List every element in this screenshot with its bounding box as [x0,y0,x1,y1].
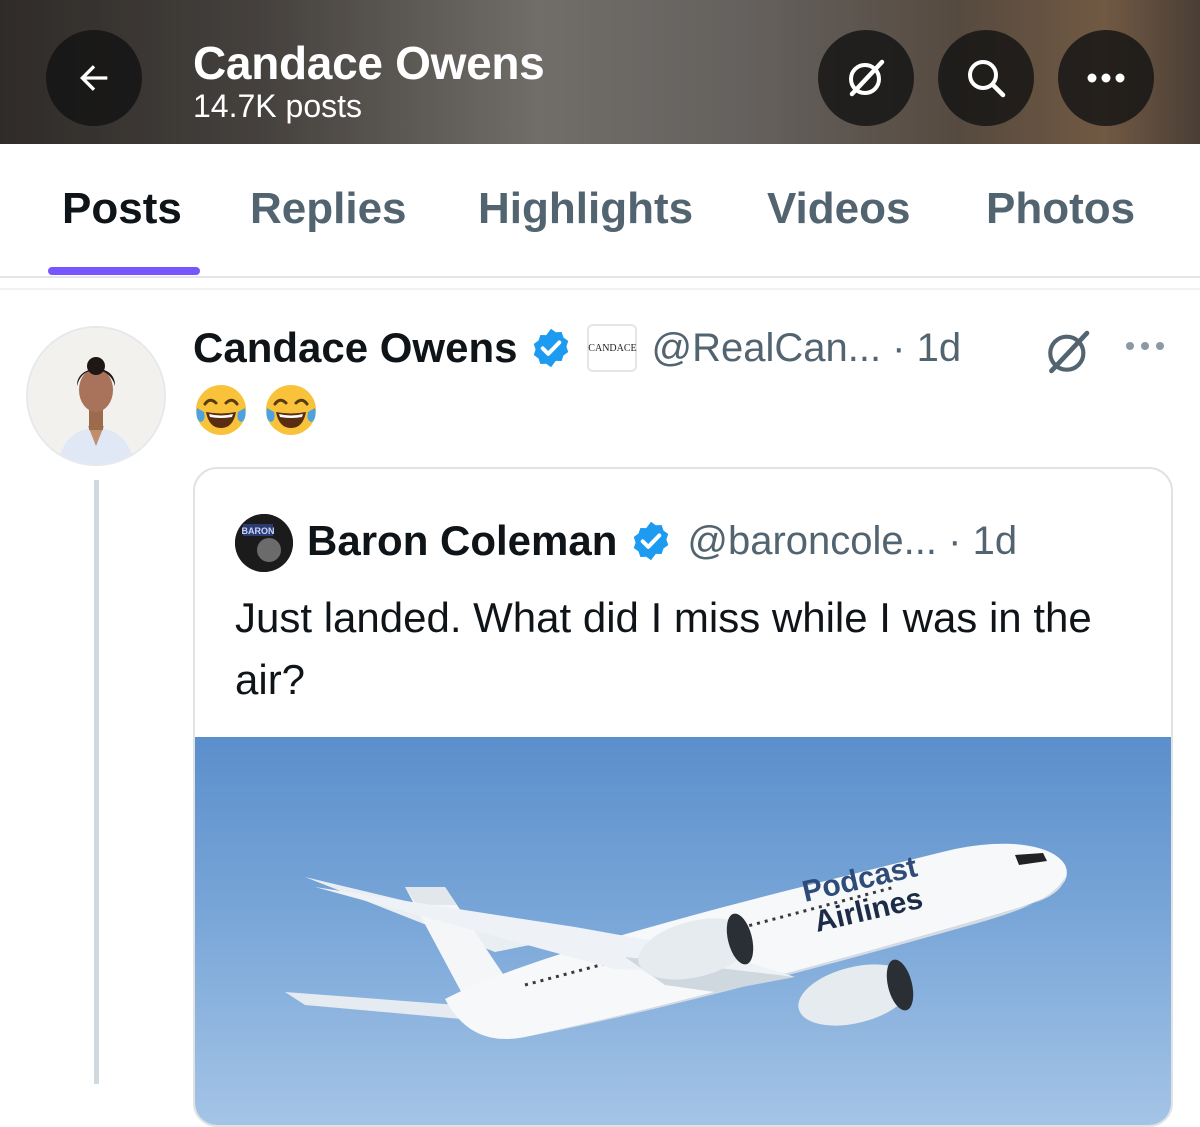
profile-tabs: Posts Replies Highlights Videos Photos [0,144,1200,278]
back-button[interactable] [46,30,142,126]
quoted-post-header: Baron Coleman @baroncole... · 1d [307,511,1017,571]
quoted-handle-time: @baroncole... · 1d [687,518,1018,563]
affiliate-badge[interactable]: CANDACE [587,324,638,372]
quoted-author-avatar[interactable]: BARON [235,514,293,572]
profile-header: Candace Owens 14.7K posts [0,0,1200,144]
active-tab-indicator [48,267,200,275]
post-author-name[interactable]: Candace Owens [193,324,517,372]
more-options-button[interactable] [1058,30,1154,126]
thread-line [94,480,99,1084]
quoted-avatar-logo: BARON [235,514,293,572]
grok-button[interactable] [818,30,914,126]
author-avatar[interactable] [26,326,166,466]
post-text [193,382,319,438]
tears-of-joy-emoji-icon [266,385,316,435]
quoted-author-name[interactable]: Baron Coleman [307,517,617,565]
tab-highlights[interactable]: Highlights [478,184,693,234]
tab-videos[interactable]: Videos [767,184,910,234]
divider [0,288,1200,290]
verified-badge-icon [534,328,569,368]
back-arrow-icon [80,65,108,91]
tears-of-joy-emoji-icon [196,385,246,435]
avatar-portrait [28,328,164,464]
tab-photos[interactable]: Photos [986,184,1135,234]
more-icon [1087,73,1125,83]
search-icon [968,60,1006,98]
header-post-count: 14.7K posts [193,88,362,124]
svg-text:BARON: BARON [242,526,275,536]
grok-icon[interactable] [1042,326,1094,378]
tab-replies[interactable]: Replies [250,184,407,234]
tab-posts[interactable]: Posts [62,184,182,234]
quoted-post-image[interactable]: Podcast Airlines [195,737,1171,1125]
search-button[interactable] [938,30,1034,126]
post-header: Candace Owens CANDACE @RealCan... · 1d [193,318,961,378]
quoted-post-text: Just landed. What did I miss while I was… [235,594,1092,703]
airplane-image: Podcast Airlines [285,843,1067,1040]
post-handle-time: @RealCan... · 1d [651,325,962,370]
post-more-icon[interactable] [1124,340,1166,352]
grok-icon [849,59,885,97]
quoted-post[interactable]: BARON Baron Coleman @baroncole... · 1d J… [193,467,1173,1127]
header-title: Candace Owens [193,37,545,89]
verified-badge-icon [634,521,669,561]
